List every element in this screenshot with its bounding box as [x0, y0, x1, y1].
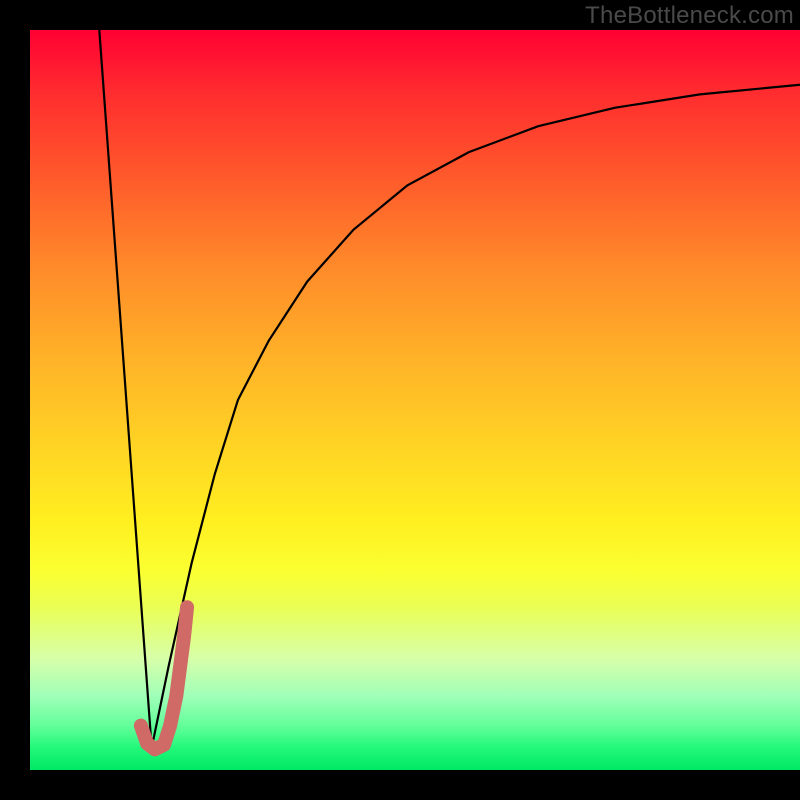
series-left-descent [99, 30, 151, 748]
watermark-text: TheBottleneck.com [585, 2, 794, 30]
series-right-curve [152, 85, 800, 748]
plot-area [30, 30, 800, 770]
chart-svg [30, 30, 800, 770]
chart-frame: TheBottleneck.com [0, 0, 800, 800]
series-j-highlight [141, 607, 187, 749]
